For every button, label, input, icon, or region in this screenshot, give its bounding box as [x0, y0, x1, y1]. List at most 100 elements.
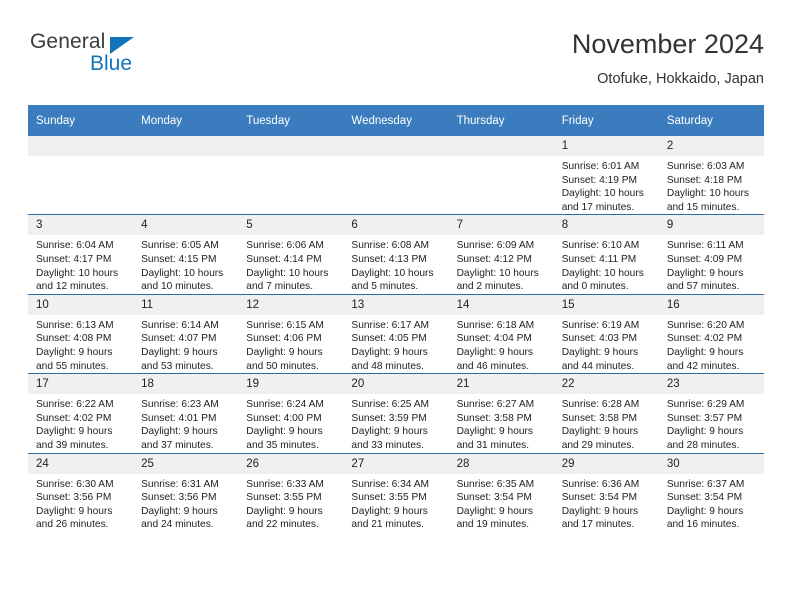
daylight-text-line2: and 35 minutes. — [246, 439, 319, 451]
daylight-text-line1: Daylight: 9 hours — [666, 267, 744, 279]
calendar-day-cell[interactable]: 20 Sunrise: 6:25 AM Sunset: 3:59 PM Dayl… — [343, 373, 449, 453]
day-details: Sunrise: 6:34 AM Sunset: 3:55 PM Dayligh… — [343, 474, 448, 532]
sunrise-text: Sunrise: 6:05 AM — [141, 240, 219, 252]
day-details: Sunrise: 6:29 AM Sunset: 3:57 PM Dayligh… — [659, 394, 764, 452]
calendar-day-cell[interactable]: 19 Sunrise: 6:24 AM Sunset: 4:00 PM Dayl… — [238, 373, 344, 453]
calendar-day-cell[interactable]: 6 Sunrise: 6:08 AM Sunset: 4:13 PM Dayli… — [343, 214, 449, 295]
calendar-day-cell[interactable]: 11 Sunrise: 6:14 AM Sunset: 4:07 PM Dayl… — [133, 293, 239, 374]
day-number: 26 — [238, 453, 344, 474]
day-details: Sunrise: 6:04 AM Sunset: 4:17 PM Dayligh… — [28, 235, 133, 293]
calendar-day-cell[interactable]: 3 Sunrise: 6:04 AM Sunset: 4:17 PM Dayli… — [28, 214, 134, 295]
sunset-text: Sunset: 4:01 PM — [141, 412, 217, 424]
day-details: Sunrise: 6:15 AM Sunset: 4:06 PM Dayligh… — [238, 315, 343, 373]
sunrise-text: Sunrise: 6:34 AM — [351, 478, 430, 490]
sunrise-text: Sunrise: 6:17 AM — [351, 319, 430, 331]
sunrise-text: Sunrise: 6:13 AM — [36, 319, 114, 331]
calendar-day-cell[interactable]: 7 Sunrise: 6:09 AM Sunset: 4:12 PM Dayli… — [448, 214, 554, 295]
calendar-day-cell[interactable]: 26 Sunrise: 6:33 AM Sunset: 3:55 PM Dayl… — [238, 452, 344, 532]
calendar-day-cell[interactable]: 14 Sunrise: 6:18 AM Sunset: 4:04 PM Dayl… — [448, 293, 554, 374]
daylight-text-line1: Daylight: 10 hours — [666, 188, 749, 200]
daylight-text-line1: Daylight: 9 hours — [36, 426, 113, 438]
calendar-day-cell[interactable]: 13 Sunrise: 6:17 AM Sunset: 4:05 PM Dayl… — [343, 293, 449, 374]
daylight-text-line1: Daylight: 9 hours — [561, 346, 639, 358]
weekday-header-row: Sunday Monday Tuesday Wednesday Thursday… — [28, 105, 764, 136]
calendar-day-cell[interactable] — [133, 136, 239, 215]
sunset-text: Sunset: 4:07 PM — [141, 333, 217, 345]
day-number — [448, 136, 554, 156]
calendar-day-cell[interactable]: 25 Sunrise: 6:31 AM Sunset: 3:56 PM Dayl… — [133, 452, 239, 532]
sunrise-text: Sunrise: 6:30 AM — [36, 478, 114, 490]
calendar-day-cell[interactable]: 18 Sunrise: 6:23 AM Sunset: 4:01 PM Dayl… — [133, 373, 239, 453]
daylight-text-line1: Daylight: 10 hours — [561, 267, 644, 279]
calendar-day-cell[interactable] — [238, 136, 344, 215]
sunset-text: Sunset: 4:13 PM — [351, 253, 427, 265]
sunrise-text: Sunrise: 6:09 AM — [456, 240, 535, 252]
calendar-day-cell[interactable]: 17 Sunrise: 6:22 AM Sunset: 4:02 PM Dayl… — [28, 373, 134, 453]
sunset-text: Sunset: 4:06 PM — [246, 333, 322, 345]
calendar-day-cell[interactable]: 2 Sunrise: 6:03 AM Sunset: 4:18 PM Dayli… — [658, 136, 764, 215]
daylight-text-line1: Daylight: 10 hours — [141, 267, 224, 279]
calendar-day-cell[interactable]: 1 Sunrise: 6:01 AM Sunset: 4:19 PM Dayli… — [553, 136, 659, 215]
sunset-text: Sunset: 4:14 PM — [246, 253, 322, 265]
calendar-day-cell[interactable]: 30 Sunrise: 6:37 AM Sunset: 3:54 PM Dayl… — [658, 452, 764, 532]
sunrise-text: Sunrise: 6:36 AM — [561, 478, 640, 490]
calendar-day-cell[interactable]: 22 Sunrise: 6:28 AM Sunset: 3:58 PM Dayl… — [553, 373, 659, 453]
calendar-day-cell[interactable]: 15 Sunrise: 6:19 AM Sunset: 4:03 PM Dayl… — [553, 293, 659, 374]
day-number: 25 — [133, 453, 239, 474]
day-details: Sunrise: 6:18 AM Sunset: 4:04 PM Dayligh… — [449, 315, 554, 373]
day-details: Sunrise: 6:36 AM Sunset: 3:54 PM Dayligh… — [554, 474, 659, 532]
day-number: 23 — [658, 374, 764, 395]
sunset-text: Sunset: 3:59 PM — [351, 412, 427, 424]
day-number: 8 — [553, 215, 659, 236]
calendar-day-cell[interactable]: 8 Sunrise: 6:10 AM Sunset: 4:11 PM Dayli… — [553, 214, 659, 295]
sunset-text: Sunset: 4:05 PM — [351, 333, 427, 345]
daylight-text-line1: Daylight: 10 hours — [561, 188, 644, 200]
calendar-day-cell[interactable]: 12 Sunrise: 6:15 AM Sunset: 4:06 PM Dayl… — [238, 293, 344, 374]
day-number — [343, 136, 449, 156]
day-number: 12 — [238, 294, 344, 315]
calendar-day-cell[interactable]: 4 Sunrise: 6:05 AM Sunset: 4:15 PM Dayli… — [133, 214, 239, 295]
daylight-text-line1: Daylight: 10 hours — [246, 267, 329, 279]
sunrise-text: Sunrise: 6:03 AM — [666, 161, 745, 172]
calendar-day-cell[interactable] — [28, 136, 134, 215]
calendar-week-row: 3 Sunrise: 6:04 AM Sunset: 4:17 PM Dayli… — [28, 214, 764, 295]
sunrise-text: Sunrise: 6:31 AM — [141, 478, 219, 490]
calendar-day-cell[interactable]: 29 Sunrise: 6:36 AM Sunset: 3:54 PM Dayl… — [553, 452, 659, 532]
daylight-text-line1: Daylight: 9 hours — [666, 346, 744, 358]
logo-text-blue: Blue — [90, 52, 133, 75]
calendar-day-cell[interactable] — [448, 136, 554, 215]
sunset-text: Sunset: 4:09 PM — [666, 253, 743, 265]
day-number: 7 — [448, 215, 554, 236]
daylight-text-line1: Daylight: 10 hours — [351, 267, 434, 279]
calendar-day-cell[interactable]: 16 Sunrise: 6:20 AM Sunset: 4:02 PM Dayl… — [658, 293, 764, 374]
day-number: 15 — [553, 294, 659, 315]
daylight-text-line2: and 57 minutes. — [666, 281, 740, 293]
weekday-header-friday: Friday — [553, 105, 659, 136]
calendar-day-cell[interactable]: 24 Sunrise: 6:30 AM Sunset: 3:56 PM Dayl… — [28, 452, 134, 532]
daylight-text-line2: and 17 minutes. — [561, 201, 635, 213]
daylight-text-line2: and 10 minutes. — [141, 281, 214, 293]
sunset-text: Sunset: 4:18 PM — [666, 174, 743, 186]
sunset-text: Sunset: 3:56 PM — [141, 492, 217, 504]
daylight-text-line1: Daylight: 9 hours — [36, 346, 113, 358]
calendar-day-cell[interactable] — [343, 136, 449, 215]
sunset-text: Sunset: 4:02 PM — [666, 333, 743, 345]
day-number: 24 — [28, 453, 134, 474]
daylight-text-line2: and 39 minutes. — [36, 439, 109, 451]
calendar-day-cell[interactable]: 28 Sunrise: 6:35 AM Sunset: 3:54 PM Dayl… — [448, 452, 554, 532]
day-details: Sunrise: 6:19 AM Sunset: 4:03 PM Dayligh… — [554, 315, 659, 373]
sunrise-text: Sunrise: 6:24 AM — [246, 399, 324, 411]
calendar-day-cell[interactable]: 21 Sunrise: 6:27 AM Sunset: 3:58 PM Dayl… — [448, 373, 554, 453]
calendar-day-cell[interactable]: 23 Sunrise: 6:29 AM Sunset: 3:57 PM Dayl… — [658, 373, 764, 453]
calendar-day-cell[interactable]: 10 Sunrise: 6:13 AM Sunset: 4:08 PM Dayl… — [28, 293, 134, 374]
sunrise-text: Sunrise: 6:01 AM — [561, 161, 640, 172]
calendar-day-cell[interactable]: 9 Sunrise: 6:11 AM Sunset: 4:09 PM Dayli… — [658, 214, 764, 295]
sunrise-text: Sunrise: 6:33 AM — [246, 478, 324, 490]
general-blue-logo[interactable]: General Blue — [28, 30, 268, 88]
calendar-week-row: 17 Sunrise: 6:22 AM Sunset: 4:02 PM Dayl… — [28, 373, 764, 453]
daylight-text-line2: and 19 minutes. — [456, 519, 530, 531]
calendar-day-cell[interactable]: 27 Sunrise: 6:34 AM Sunset: 3:55 PM Dayl… — [343, 452, 449, 532]
day-number: 10 — [28, 294, 134, 315]
daylight-text-line1: Daylight: 9 hours — [141, 505, 218, 517]
calendar-day-cell[interactable]: 5 Sunrise: 6:06 AM Sunset: 4:14 PM Dayli… — [238, 214, 344, 295]
